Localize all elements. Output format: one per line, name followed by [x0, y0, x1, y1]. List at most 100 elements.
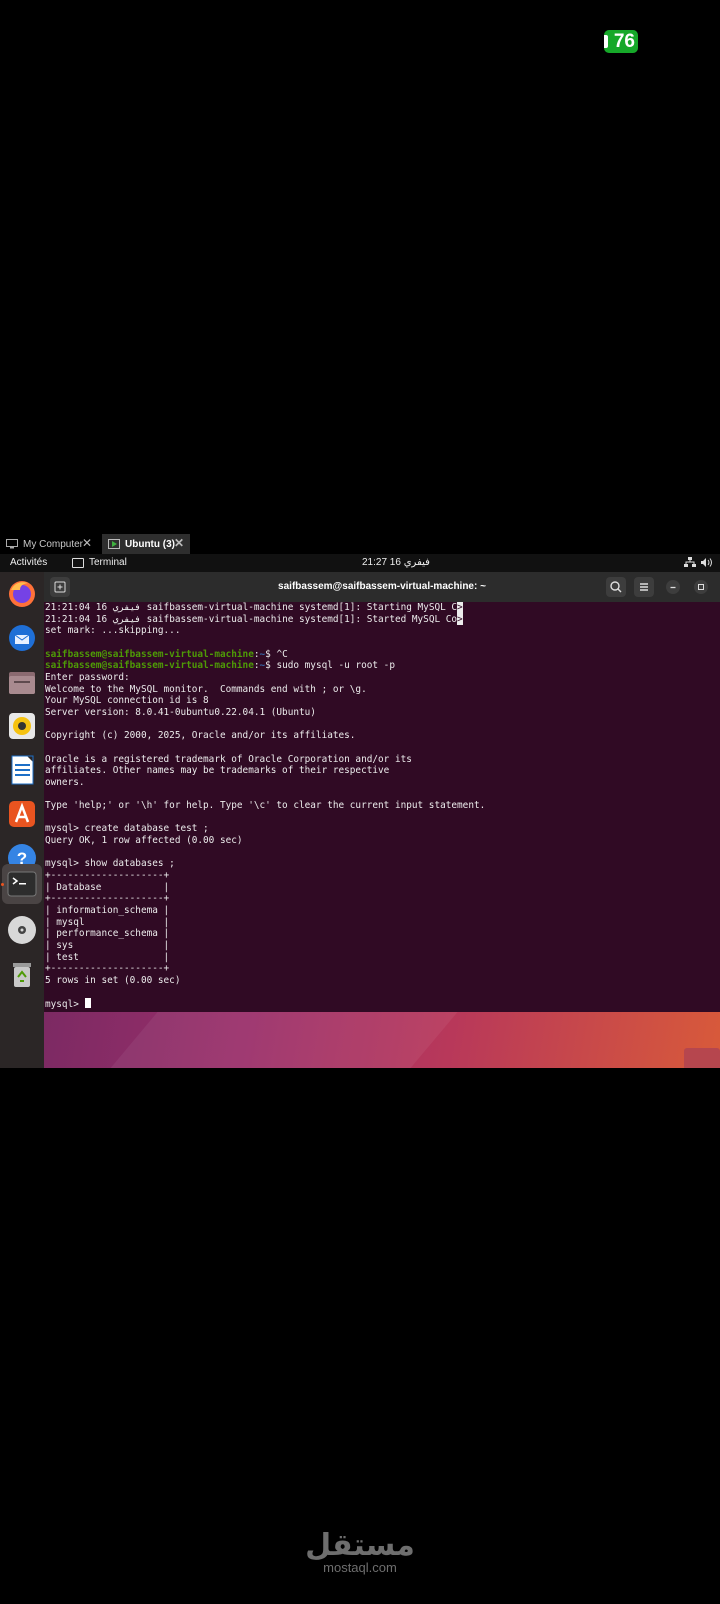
- dvd-icon[interactable]: [6, 914, 38, 946]
- terminal-line: +--------------------+: [45, 963, 719, 975]
- minimize-button[interactable]: [666, 580, 680, 594]
- watermark-url: mostaql.com: [323, 1560, 397, 1575]
- prompt-command: $ ^C: [265, 648, 288, 660]
- terminal-titlebar[interactable]: saifbassem@saifbassem-virtual-machine: ~: [44, 572, 720, 602]
- app-menu-label: Terminal: [89, 557, 127, 568]
- app-center-icon[interactable]: [6, 798, 38, 830]
- terminal-line: 21:21:04 16 فيفري saifbassem-virtual-mac…: [45, 602, 719, 614]
- line-text: mysql>: [45, 999, 85, 1011]
- line-text: Welcome to the MySQL monitor. Commands e…: [45, 683, 367, 695]
- vm-running-icon: [108, 539, 120, 549]
- menu-button[interactable]: [634, 577, 654, 597]
- terminal-line: saifbassem@saifbassem-virtual-machine:~$…: [45, 648, 288, 660]
- files-icon[interactable]: [6, 666, 38, 698]
- terminal-line: owners.: [45, 777, 719, 789]
- desktop-wallpaper: [44, 1012, 720, 1068]
- minimize-icon: [670, 586, 676, 589]
- trash-icon[interactable]: [6, 958, 38, 990]
- gnome-top-bar: Activités Terminal 21:27 16 فيفري: [0, 554, 720, 572]
- line-text: mysql> show databases ;: [45, 858, 175, 870]
- truncation-marker: >: [457, 602, 463, 614]
- battery-icon: [604, 35, 608, 48]
- terminal-icon: [7, 871, 37, 897]
- dock: ?: [0, 572, 44, 1068]
- line-text: Query OK, 1 row affected (0.00 sec): [45, 835, 243, 847]
- terminal-line: mysql> create database test ;: [45, 823, 719, 835]
- line-text: | performance_schema |: [45, 928, 170, 940]
- line-text: affiliates. Other names may be trademark…: [45, 765, 390, 777]
- line-text: 21:21:04 16 فيفري saifbassem-virtual-mac…: [45, 613, 458, 625]
- terminal-window[interactable]: saifbassem@saifbassem-virtual-machine: ~…: [44, 572, 720, 1012]
- vm-tab-label: My Computer: [23, 538, 84, 550]
- maximize-button[interactable]: [694, 580, 708, 594]
- terminal-line: mysql>: [45, 998, 719, 1010]
- terminal-line: Type 'help;' or '\h' for help. Type '\c'…: [45, 800, 719, 812]
- terminal-output[interactable]: 21:21:04 16 فيفري saifbassem-virtual-mac…: [45, 602, 719, 1012]
- system-menu[interactable]: [684, 557, 714, 571]
- terminal-line: affiliates. Other names may be trademark…: [45, 765, 719, 777]
- line-text: | mysql |: [45, 916, 170, 928]
- terminal-line: +--------------------+: [45, 893, 719, 905]
- close-icon[interactable]: ✕: [174, 536, 184, 550]
- terminal-icon: [72, 557, 84, 568]
- terminal-line: | sys |: [45, 940, 719, 952]
- terminal-line: 21:21:04 16 فيفري saifbassem-virtual-mac…: [45, 613, 719, 626]
- terminal-line: Oracle is a registered trademark of Orac…: [45, 754, 719, 766]
- terminal-line: saifbassem@saifbassem-virtual-machine:~$…: [45, 660, 395, 672]
- terminal-line: Welcome to the MySQL monitor. Commands e…: [45, 684, 719, 696]
- terminal-line: +--------------------+: [45, 870, 719, 882]
- vm-tab-bar: My Computer ✕ Ubuntu (3) ✕: [0, 532, 720, 554]
- line-text: Server version: 8.0.41-0ubuntu0.22.04.1 …: [45, 706, 316, 718]
- line-text: | sys |: [45, 940, 170, 952]
- terminal-line: | information_schema |: [45, 905, 719, 917]
- text-cursor[interactable]: [84, 998, 91, 1009]
- rhythmbox-icon[interactable]: [6, 710, 38, 742]
- vm-tab-ubuntu[interactable]: Ubuntu (3) ✕: [102, 534, 190, 554]
- line-text: Copyright (c) 2000, 2025, Oracle and/or …: [45, 730, 356, 742]
- line-text: mysql> create database test ;: [45, 823, 209, 835]
- terminal-line: | mysql |: [45, 917, 719, 929]
- battery-level: 76: [613, 30, 635, 52]
- line-text: +--------------------+: [45, 893, 170, 905]
- app-menu[interactable]: Terminal: [72, 557, 127, 568]
- line-text: Type 'help;' or '\h' for help. Type '\c'…: [45, 800, 486, 812]
- vm-tab-label: Ubuntu (3): [125, 538, 175, 550]
- battery-indicator: 76: [604, 30, 638, 53]
- truncation-marker: >: [457, 613, 463, 626]
- line-text: set mark: ...skipping...: [45, 625, 181, 637]
- line-text: +--------------------+: [45, 870, 170, 882]
- firefox-icon[interactable]: [6, 578, 38, 610]
- terminal-line: set mark: ...skipping...: [45, 625, 719, 637]
- thunderbird-icon[interactable]: [6, 622, 38, 654]
- line-text: Oracle is a registered trademark of Orac…: [45, 753, 412, 765]
- close-icon[interactable]: ✕: [82, 536, 92, 550]
- search-button[interactable]: [606, 577, 626, 597]
- terminal-line: mysql> show databases ;: [45, 858, 719, 870]
- line-text: owners.: [45, 776, 85, 788]
- terminal-line: 5 rows in set (0.00 sec): [45, 975, 719, 987]
- vm-tab-my-computer[interactable]: My Computer ✕: [0, 534, 98, 554]
- terminal-line: Query OK, 1 row affected (0.00 sec): [45, 835, 719, 847]
- line-text: +--------------------+: [45, 963, 170, 975]
- hamburger-icon: [640, 583, 648, 591]
- activities-button[interactable]: Activités: [10, 557, 47, 568]
- terminal-line: Server version: 8.0.41-0ubuntu0.22.04.1 …: [45, 707, 719, 719]
- libreoffice-writer-icon[interactable]: [6, 754, 38, 786]
- prompt-user: saifbassem@saifbassem-virtual-machine: [45, 648, 254, 660]
- home-folder-icon[interactable]: [684, 1048, 720, 1068]
- running-indicator: [1, 883, 4, 886]
- watermark-logo: مستقل: [305, 1528, 415, 1563]
- line-text: Your MySQL connection id is 8: [45, 695, 209, 707]
- terminal-line: Your MySQL connection id is 8: [45, 695, 719, 707]
- maximize-icon: [698, 584, 704, 590]
- line-text: Enter password:: [45, 671, 130, 683]
- terminal-dock-item[interactable]: [2, 864, 42, 904]
- terminal-line: | performance_schema |: [45, 928, 719, 940]
- clock[interactable]: 21:27 16 فيفري: [362, 557, 430, 568]
- prompt-command: $ sudo mysql -u root -p: [265, 660, 395, 672]
- search-icon: [610, 581, 622, 593]
